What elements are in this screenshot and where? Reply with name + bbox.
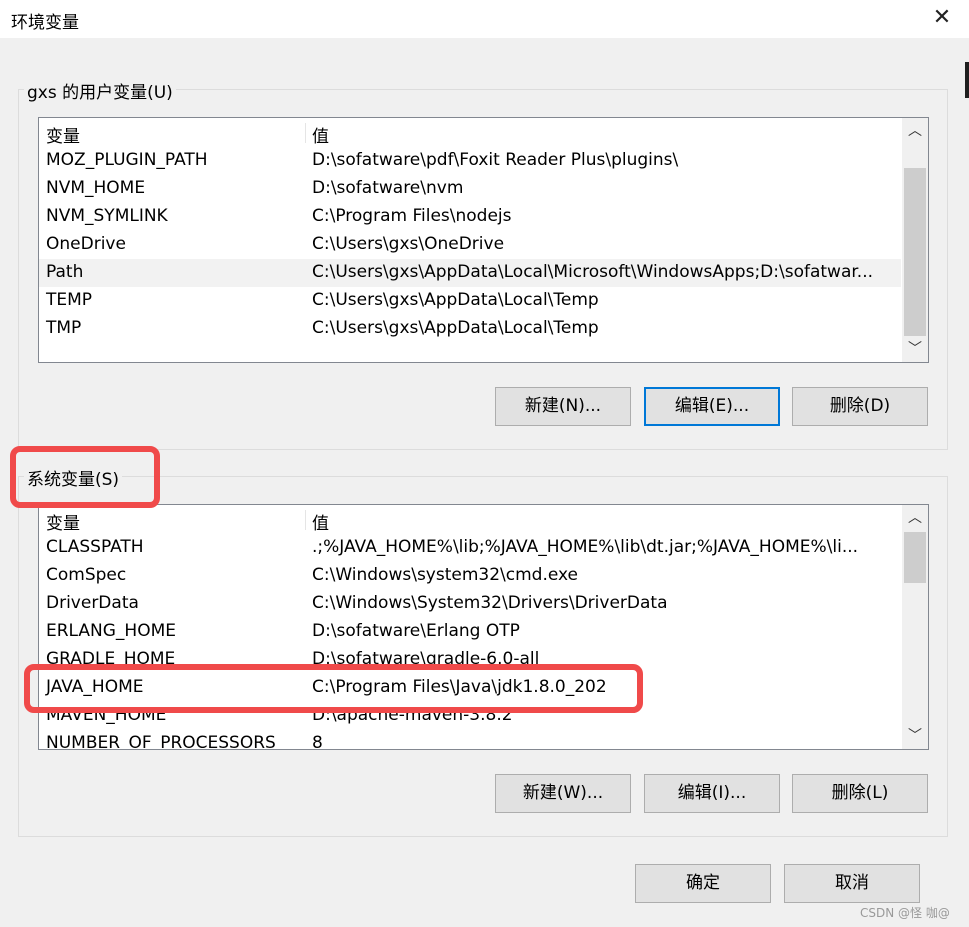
list-item[interactable]: MOZ_PLUGIN_PATH D:\sofatware\pdf\Foxit R… (39, 147, 901, 175)
ok-button[interactable]: 确定 (635, 864, 771, 903)
list-item[interactable]: TEMP C:\Users\gxs\AppData\Local\Temp (39, 287, 901, 315)
column-header-name[interactable]: 变量 (46, 509, 80, 534)
list-item[interactable]: ComSpec C:\Windows\system32\cmd.exe (39, 562, 901, 590)
variable-name: OneDrive (46, 234, 126, 254)
cancel-button[interactable]: 取消 (784, 864, 920, 903)
variable-name: NUMBER_OF_PROCESSORS (46, 733, 276, 750)
user-edit-button[interactable]: 编辑(E)... (644, 387, 780, 426)
title-bar: 环境变量 ✕ (0, 0, 969, 38)
system-edit-button[interactable]: 编辑(I)... (644, 774, 780, 813)
scroll-down-icon[interactable]: ﹀ (902, 723, 928, 749)
user-new-button[interactable]: 新建(N)... (495, 387, 631, 426)
variable-name: NVM_SYMLINK (46, 206, 168, 226)
list-item[interactable]: NUMBER_OF_PROCESSORS 8 (39, 730, 901, 750)
vertical-scrollbar[interactable]: ︿ ﹀ (902, 505, 928, 749)
scroll-up-icon[interactable]: ︿ (902, 118, 928, 144)
variable-name: NVM_HOME (46, 178, 146, 198)
highlight-system-variables-label (10, 446, 160, 508)
variable-value: C:\Windows\system32\cmd.exe (312, 565, 579, 585)
user-variables-label: gxs 的用户变量(U) (24, 78, 176, 103)
variable-value: C:\Windows\System32\Drivers\DriverData (312, 593, 668, 613)
list-item-selected[interactable]: Path C:\Users\gxs\AppData\Local\Microsof… (39, 259, 901, 287)
variable-value: .;%JAVA_HOME%\lib;%JAVA_HOME%\lib\dt.jar… (312, 537, 859, 557)
scroll-up-icon[interactable]: ︿ (902, 505, 928, 531)
system-delete-button[interactable]: 删除(L) (792, 774, 928, 813)
system-variables-list[interactable]: 变量 值 CLASSPATH .;%JAVA_HOME%\lib;%JAVA_H… (38, 504, 929, 750)
variable-value: C:\Program Files\nodejs (312, 206, 512, 226)
list-item[interactable]: TMP C:\Users\gxs\AppData\Local\Temp (39, 315, 901, 343)
list-item[interactable]: NVM_HOME D:\sofatware\nvm (39, 175, 901, 203)
variable-value: 8 (312, 733, 323, 750)
scroll-thumb[interactable] (904, 532, 926, 583)
close-icon[interactable]: ✕ (928, 4, 956, 32)
list-item[interactable]: DriverData C:\Windows\System32\Drivers\D… (39, 590, 901, 618)
column-header-value[interactable]: 值 (312, 122, 329, 147)
list-item[interactable]: OneDrive C:\Users\gxs\OneDrive (39, 231, 901, 259)
vertical-scrollbar[interactable]: ︿ ﹀ (902, 118, 928, 362)
scroll-thumb[interactable] (904, 168, 926, 336)
column-divider (305, 123, 306, 143)
column-divider (305, 510, 306, 530)
variable-value: D:\sofatware\Erlang OTP (312, 621, 520, 641)
variable-value: C:\Users\gxs\OneDrive (312, 234, 505, 254)
window-edge (965, 62, 969, 98)
window-title: 环境变量 (11, 13, 79, 33)
system-new-button[interactable]: 新建(W)... (495, 774, 631, 813)
variable-value: C:\Users\gxs\AppData\Local\Microsoft\Win… (312, 262, 874, 282)
watermark: CSDN @怪 咖@ (860, 906, 950, 920)
variable-name: TEMP (46, 290, 93, 310)
variable-name: TMP (46, 318, 82, 338)
variable-name: ERLANG_HOME (46, 621, 177, 641)
variable-name: MOZ_PLUGIN_PATH (46, 150, 208, 170)
variable-value: C:\Users\gxs\AppData\Local\Temp (312, 290, 599, 310)
list-item[interactable]: CLASSPATH .;%JAVA_HOME%\lib;%JAVA_HOME%\… (39, 534, 901, 562)
list-header: 变量 值 (39, 119, 901, 147)
list-item[interactable]: NVM_SYMLINK C:\Program Files\nodejs (39, 203, 901, 231)
highlight-java-home-row (24, 664, 643, 713)
variable-value: D:\sofatware\pdf\Foxit Reader Plus\plugi… (312, 150, 679, 170)
variable-name: ComSpec (46, 565, 127, 585)
list-header: 变量 值 (39, 506, 901, 534)
list-item[interactable]: ERLANG_HOME D:\sofatware\Erlang OTP (39, 618, 901, 646)
variable-name: DriverData (46, 593, 139, 613)
variable-value: C:\Users\gxs\AppData\Local\Temp (312, 318, 599, 338)
variable-name: Path (46, 262, 84, 282)
column-header-value[interactable]: 值 (312, 509, 329, 534)
user-delete-button[interactable]: 删除(D) (792, 387, 928, 426)
scroll-down-icon[interactable]: ﹀ (902, 336, 928, 362)
column-header-name[interactable]: 变量 (46, 122, 80, 147)
variable-name: CLASSPATH (46, 537, 144, 557)
variable-value: D:\sofatware\nvm (312, 178, 464, 198)
user-variables-list[interactable]: 变量 值 MOZ_PLUGIN_PATH D:\sofatware\pdf\Fo… (38, 117, 929, 363)
